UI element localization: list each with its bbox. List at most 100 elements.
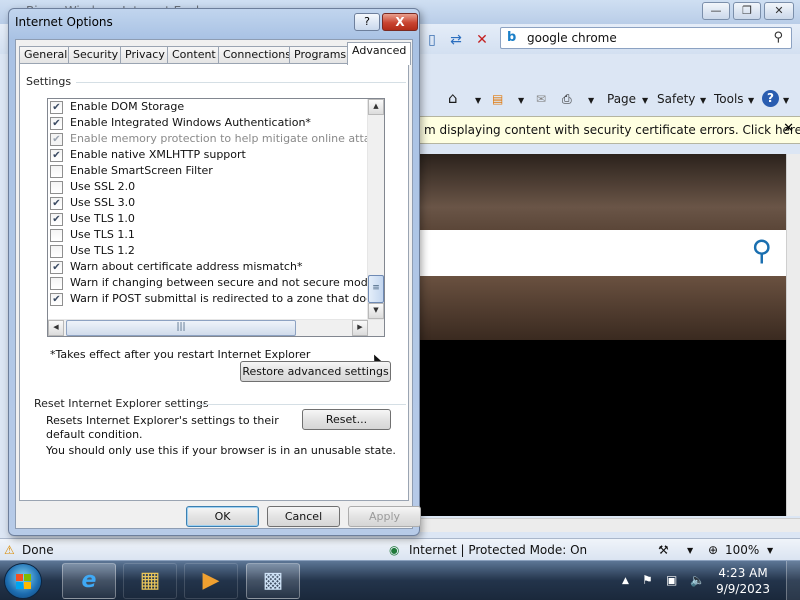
- checkbox-checked[interactable]: ✔: [50, 149, 63, 162]
- chevron-down-icon[interactable]: ▼: [642, 96, 648, 105]
- scroll-left-button[interactable]: ◀: [48, 320, 64, 336]
- tab-advanced[interactable]: Advanced: [347, 42, 412, 65]
- chevron-down-icon[interactable]: ▼: [588, 96, 594, 105]
- tab-security[interactable]: Security: [68, 46, 124, 64]
- taskbar-internet-explorer[interactable]: e: [62, 563, 116, 599]
- warning-icon: ⚠: [4, 543, 15, 557]
- setting-option[interactable]: ✔ Warn if POST submittal is redirected to…: [50, 292, 384, 308]
- setting-option[interactable]: ✔ Enable Integrated Windows Authenticatio…: [50, 116, 311, 132]
- vertical-scroll-thumb[interactable]: ≡: [368, 275, 384, 303]
- setting-option[interactable]: ✔ Enable DOM Storage: [50, 100, 185, 116]
- setting-option-label: Enable DOM Storage: [70, 100, 185, 113]
- search-input[interactable]: b google chrome ⚲: [500, 27, 792, 49]
- setting-option-label: Use SSL 2.0: [70, 180, 136, 193]
- setting-option[interactable]: Use TLS 1.2: [50, 244, 135, 260]
- tools-menu[interactable]: Tools: [714, 92, 744, 106]
- setting-option[interactable]: Use TLS 1.1: [50, 228, 135, 244]
- restore-advanced-settings-button[interactable]: Restore advanced settings: [240, 361, 391, 382]
- checkbox-unchecked[interactable]: [50, 277, 63, 290]
- tab-programs[interactable]: Programs: [289, 46, 352, 64]
- page-menu[interactable]: Page: [607, 92, 636, 106]
- checkbox-checked[interactable]: ✔: [50, 197, 63, 210]
- search-icon[interactable]: ⚲: [773, 30, 783, 45]
- setting-option[interactable]: Warn if changing between secure and not …: [50, 276, 374, 292]
- help-button[interactable]: ?: [354, 13, 380, 31]
- action-center-icon[interactable]: ⚑: [642, 573, 653, 587]
- feeds-icon[interactable]: ▤: [492, 92, 503, 106]
- checkbox-checked[interactable]: ✔: [50, 213, 63, 226]
- setting-option[interactable]: ✔ Enable native XMLHTTP support: [50, 148, 246, 164]
- setting-option-label: Enable Integrated Windows Authentication…: [70, 116, 311, 129]
- compatibility-view-icon[interactable]: ▯: [422, 30, 442, 50]
- taskbar-media-player[interactable]: ▶: [184, 563, 238, 599]
- checkbox-unchecked[interactable]: [50, 229, 63, 242]
- internet-explorer-icon: e: [81, 568, 97, 593]
- close-icon[interactable]: ✕: [783, 121, 794, 136]
- tab-connections[interactable]: Connections: [218, 46, 296, 64]
- scroll-down-button[interactable]: ▼: [368, 303, 384, 319]
- ok-button[interactable]: OK: [186, 506, 259, 527]
- reset-description: Resets Internet Explorer's settings to t…: [46, 414, 279, 441]
- refresh-icon[interactable]: ⇄: [446, 30, 466, 50]
- setting-option[interactable]: ✔ Warn about certificate address mismatch…: [50, 260, 302, 276]
- home-icon[interactable]: ⌂: [448, 89, 458, 107]
- read-mail-icon[interactable]: ✉: [536, 92, 546, 106]
- search-icon[interactable]: ⚲: [751, 236, 772, 266]
- ie-close-button[interactable]: ✕: [764, 2, 794, 20]
- settings-list[interactable]: ✔ Enable DOM Storage ✔ Enable Integrated Wi…: [47, 98, 385, 337]
- maximize-button[interactable]: ❐: [733, 2, 761, 20]
- close-button[interactable]: X: [382, 13, 418, 31]
- help-icon[interactable]: ?: [762, 90, 779, 107]
- apply-button[interactable]: Apply: [348, 506, 421, 527]
- show-desktop-button[interactable]: [786, 561, 800, 600]
- windows-logo-icon: [16, 574, 32, 590]
- checkbox-unchecked[interactable]: [50, 181, 63, 194]
- clock[interactable]: 4:23 AM 9/9/2023: [716, 565, 770, 597]
- tab-content[interactable]: Content: [167, 46, 221, 64]
- print-icon[interactable]: ⎙: [562, 92, 572, 107]
- chevron-down-icon[interactable]: ▼: [767, 546, 773, 555]
- setting-option[interactable]: Enable SmartScreen Filter: [50, 164, 213, 180]
- setting-option[interactable]: Use SSL 2.0: [50, 180, 136, 196]
- scroll-right-button[interactable]: ▶: [352, 320, 368, 336]
- checkbox-unchecked[interactable]: [50, 165, 63, 178]
- checkbox-unchecked[interactable]: [50, 245, 63, 258]
- page-search-bar[interactable]: ⚲: [420, 230, 786, 276]
- information-bar[interactable]: m displaying content with security certi…: [420, 116, 800, 144]
- security-zone[interactable]: Internet | Protected Mode: On: [409, 543, 587, 557]
- vertical-scrollbar[interactable]: ▲ ≡ ▼: [367, 99, 384, 320]
- volume-muted-icon[interactable]: 🔈: [690, 573, 705, 587]
- setting-option[interactable]: ✔ Use SSL 3.0: [50, 196, 135, 212]
- network-icon[interactable]: ▣: [666, 573, 677, 587]
- start-button[interactable]: [4, 563, 42, 599]
- horizontal-scrollbar[interactable]: ◀ ||| ▶: [48, 319, 384, 336]
- scroll-up-button[interactable]: ▲: [368, 99, 384, 115]
- checkbox-checked[interactable]: ✔: [50, 101, 63, 114]
- tab-privacy[interactable]: Privacy: [120, 46, 170, 64]
- checkbox-checked[interactable]: ✔: [50, 261, 63, 274]
- show-hidden-icons[interactable]: ▲: [622, 576, 629, 586]
- minimize-button[interactable]: —: [702, 2, 730, 20]
- setting-option[interactable]: ✔ Use TLS 1.0: [50, 212, 135, 228]
- zoom-level[interactable]: 100%: [725, 543, 759, 557]
- stop-icon[interactable]: ✕: [472, 30, 492, 50]
- checkbox-checked[interactable]: ✔: [50, 117, 63, 130]
- checkbox-checked[interactable]: ✔: [50, 293, 63, 306]
- chevron-down-icon[interactable]: ▼: [700, 96, 706, 105]
- chevron-down-icon[interactable]: ▼: [518, 96, 524, 105]
- page-scrollbar[interactable]: [786, 154, 800, 516]
- chevron-down-icon[interactable]: ▼: [783, 96, 789, 105]
- checkbox-checked[interactable]: ✔: [50, 133, 63, 146]
- chevron-down-icon[interactable]: ▼: [687, 546, 693, 555]
- chevron-down-icon[interactable]: ▼: [475, 96, 481, 105]
- setting-option[interactable]: ✔ Enable memory protection to help mitiga…: [50, 132, 384, 148]
- chevron-down-icon[interactable]: ▼: [748, 96, 754, 105]
- taskbar-internet-options[interactable]: ▩: [246, 563, 300, 599]
- taskbar-file-explorer[interactable]: ▦: [123, 563, 177, 599]
- tab-general[interactable]: General: [19, 46, 73, 64]
- page-horizontal-scrollbar[interactable]: [420, 518, 800, 532]
- reset-button[interactable]: Reset...: [302, 409, 391, 430]
- cancel-button[interactable]: Cancel: [267, 506, 340, 527]
- safety-menu[interactable]: Safety: [657, 92, 695, 106]
- horizontal-scroll-thumb[interactable]: |||: [66, 320, 296, 336]
